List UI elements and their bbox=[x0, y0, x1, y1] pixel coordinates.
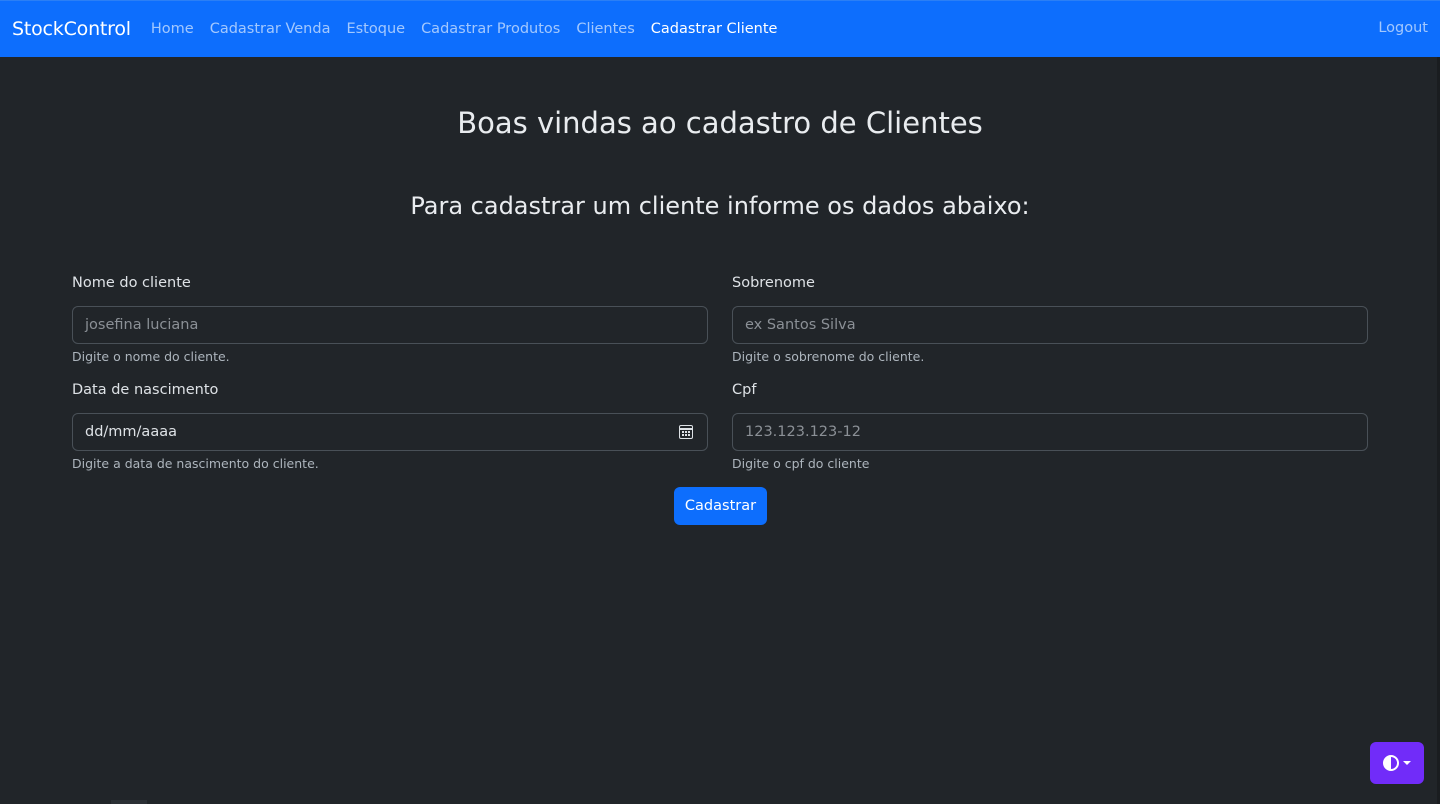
theme-toggle-button[interactable] bbox=[1370, 742, 1424, 784]
nome-input[interactable]: josefina luciana bbox=[72, 306, 708, 344]
cpf-placeholder: 123.123.123-12 bbox=[745, 424, 861, 440]
sobrenome-placeholder: ex Santos Silva bbox=[745, 317, 856, 333]
nome-label: Nome do cliente bbox=[72, 275, 191, 291]
nascimento-field-group: Data de nascimento dd/mm/aaaa Digite a d… bbox=[72, 382, 708, 471]
caret-down-icon bbox=[1403, 761, 1411, 765]
nav-link-estoque[interactable]: Estoque bbox=[338, 21, 413, 37]
nascimento-input[interactable]: dd/mm/aaaa bbox=[72, 413, 708, 451]
nascimento-help-text: Digite a data de nascimento do cliente. bbox=[72, 456, 319, 471]
calendar-icon[interactable] bbox=[679, 425, 693, 439]
nav-links: Home Cadastrar Venda Estoque Cadastrar P… bbox=[143, 21, 786, 37]
cadastrar-button[interactable]: Cadastrar bbox=[674, 487, 767, 525]
nav-link-clientes[interactable]: Clientes bbox=[568, 21, 642, 37]
nome-field-group: Nome do cliente josefina luciana Digite … bbox=[72, 275, 708, 364]
brand-logo[interactable]: StockControl bbox=[12, 18, 131, 40]
sobrenome-label: Sobrenome bbox=[732, 275, 815, 291]
cpf-label: Cpf bbox=[732, 382, 757, 398]
logout-link[interactable]: Logout bbox=[1378, 20, 1428, 36]
navbar: StockControl Home Cadastrar Venda Estoqu… bbox=[0, 0, 1440, 57]
sobrenome-field-group: Sobrenome ex Santos Silva Digite o sobre… bbox=[732, 275, 1368, 364]
nav-link-cadastrar-venda[interactable]: Cadastrar Venda bbox=[202, 21, 339, 37]
nav-link-cadastrar-produtos[interactable]: Cadastrar Produtos bbox=[413, 21, 568, 37]
bottom-edge-element bbox=[111, 800, 147, 804]
nome-help-text: Digite o nome do cliente. bbox=[72, 349, 230, 364]
nascimento-label: Data de nascimento bbox=[72, 382, 219, 398]
cpf-input[interactable]: 123.123.123-12 bbox=[732, 413, 1368, 451]
sobrenome-input[interactable]: ex Santos Silva bbox=[732, 306, 1368, 344]
nome-placeholder: josefina luciana bbox=[85, 317, 199, 333]
cpf-field-group: Cpf 123.123.123-12 Digite o cpf do clien… bbox=[732, 382, 1368, 471]
page-title: Boas vindas ao cadastro de Clientes bbox=[457, 106, 983, 140]
nascimento-value: dd/mm/aaaa bbox=[85, 424, 177, 440]
nav-link-cadastrar-cliente[interactable]: Cadastrar Cliente bbox=[643, 21, 786, 37]
sobrenome-help-text: Digite o sobrenome do cliente. bbox=[732, 349, 925, 364]
page-subtitle: Para cadastrar um cliente informe os dad… bbox=[410, 192, 1030, 220]
contrast-icon bbox=[1383, 755, 1399, 771]
cpf-help-text: Digite o cpf do cliente bbox=[732, 456, 870, 471]
nav-link-home[interactable]: Home bbox=[143, 21, 202, 37]
